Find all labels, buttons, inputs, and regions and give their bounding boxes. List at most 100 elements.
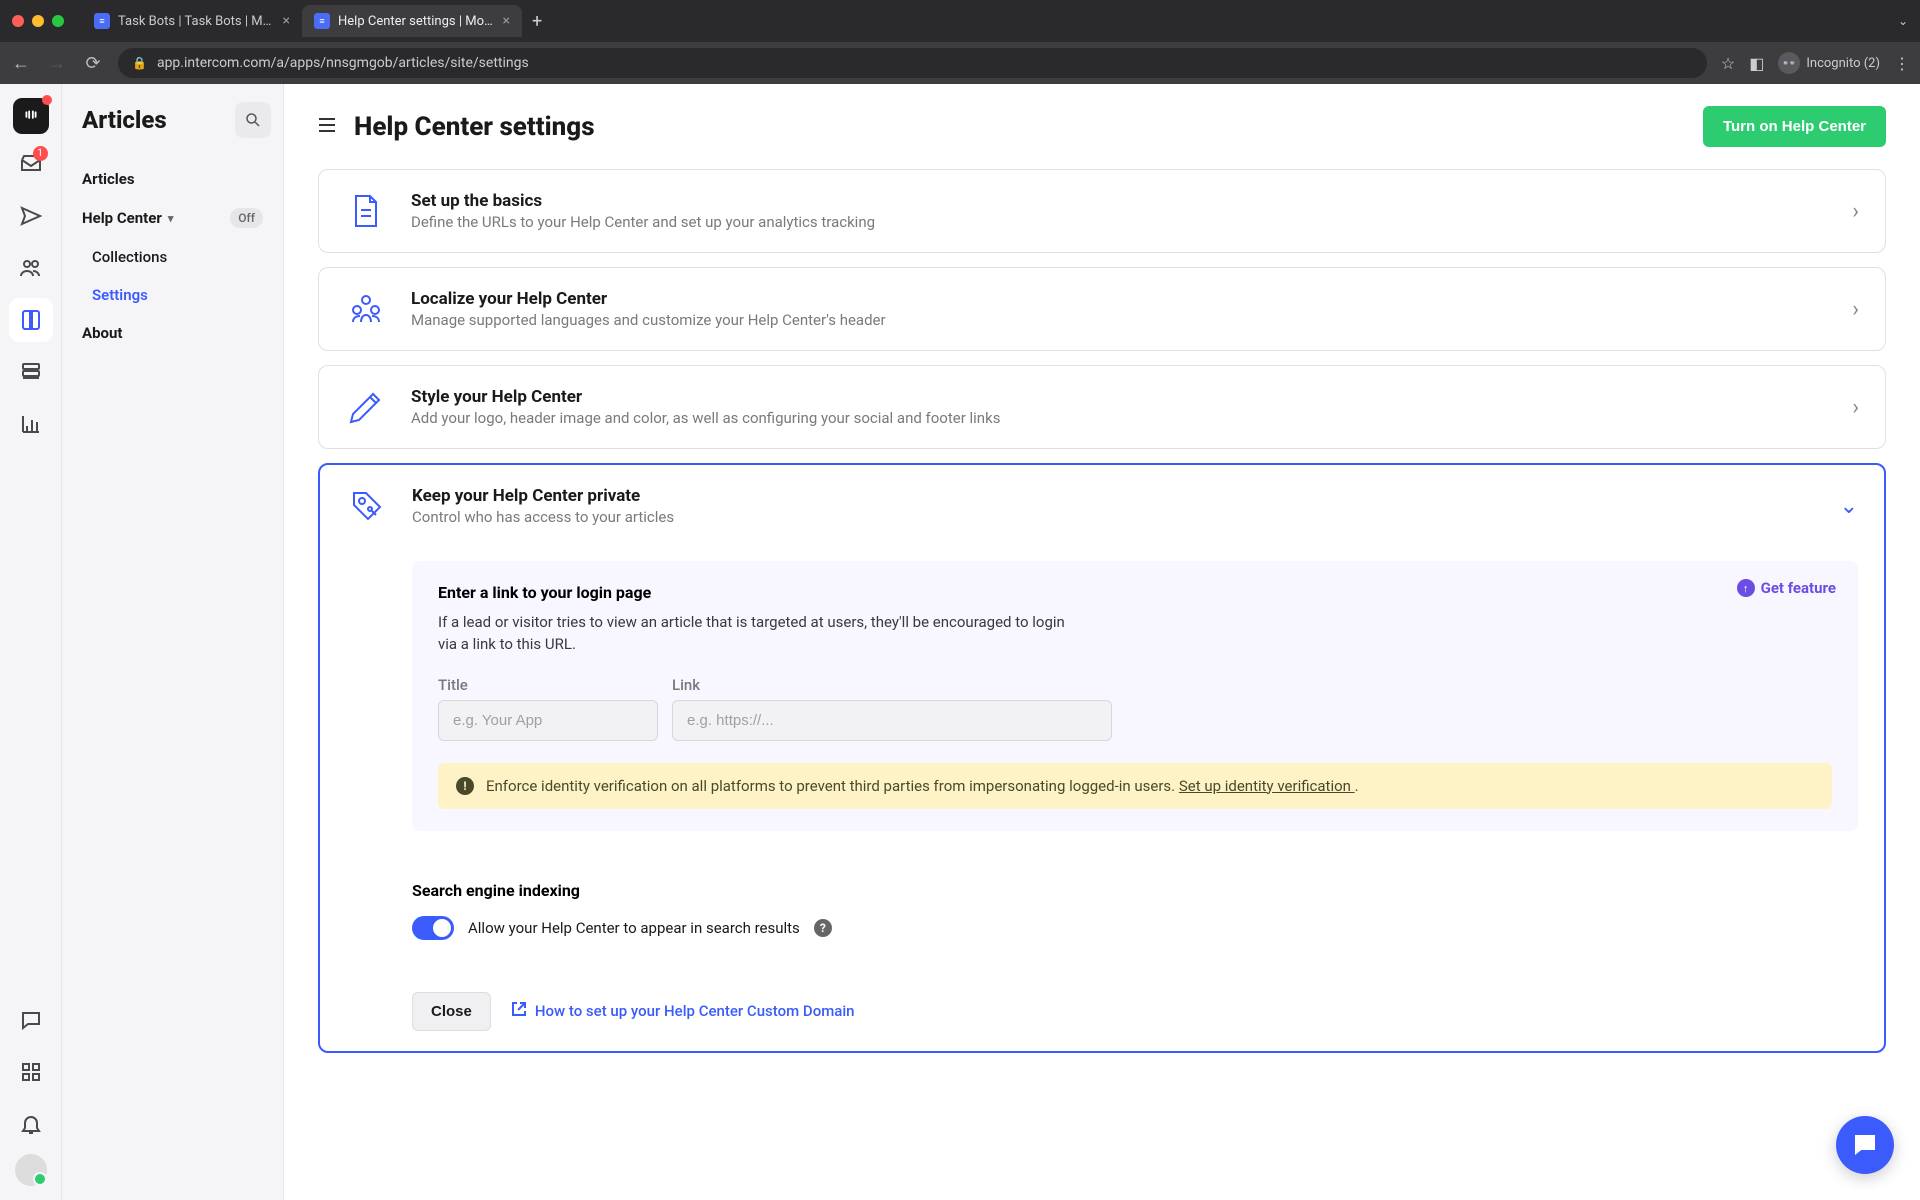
messenger-icon [1850, 1130, 1880, 1160]
browser-toolbar: ← → ⟳ 🔒 app.intercom.com/a/apps/nnsgmgob… [0, 42, 1920, 84]
document-icon [345, 190, 387, 232]
back-button[interactable]: ← [10, 53, 32, 74]
grid-icon [19, 1060, 43, 1084]
link-input[interactable] [672, 700, 1112, 741]
key-tag-icon [346, 485, 388, 527]
sidebar-item-articles[interactable]: Articles [62, 160, 283, 198]
nav-reports[interactable] [9, 402, 53, 446]
card-subtitle: Define the URLs to your Help Center and … [411, 213, 1828, 231]
nav-apps[interactable] [9, 1050, 53, 1094]
new-tab-button[interactable]: + [532, 11, 542, 32]
custom-domain-help-link[interactable]: How to set up your Help Center Custom Do… [511, 1001, 855, 1021]
messenger-launcher[interactable] [1836, 1116, 1894, 1174]
card-title: Style your Help Center [411, 387, 1828, 407]
user-avatar[interactable] [15, 1154, 47, 1186]
chevron-right-icon: › [1852, 199, 1859, 224]
alert-text: Enforce identity verification on all pla… [486, 777, 1179, 795]
card-private-footer: Close How to set up your Help Center Cus… [346, 964, 1858, 1031]
tabs-overflow-icon[interactable]: ⌄ [1898, 14, 1908, 28]
window-traffic-lights [12, 15, 64, 27]
nav-inbox[interactable]: 1 [9, 142, 53, 186]
icon-sidebar: 1 [0, 84, 62, 1200]
nav-contacts[interactable] [9, 246, 53, 290]
incognito-indicator[interactable]: 👓 Incognito (2) [1778, 52, 1880, 74]
help-tooltip-icon[interactable]: ? [814, 919, 832, 937]
collapse-sidebar-button[interactable] [318, 117, 336, 136]
sidebar-item-label: Articles [82, 170, 135, 188]
tab-title: Help Center settings | Moodjo [338, 14, 495, 29]
sidebar-item-collections[interactable]: Collections [62, 238, 283, 276]
card-subtitle: Add your logo, header image and color, a… [411, 409, 1828, 427]
tab-close-icon[interactable]: × [503, 13, 510, 29]
get-feature-button[interactable]: ↑ Get feature [1737, 579, 1836, 597]
link-field-label: Link [672, 676, 1112, 694]
page-title: Help Center settings [354, 112, 595, 142]
sidebar-item-about[interactable]: About [62, 314, 283, 352]
help-center-status-badge: Off [230, 208, 263, 228]
nav-messenger[interactable] [9, 998, 53, 1042]
reload-button[interactable]: ⟳ [82, 53, 104, 74]
card-subtitle: Manage supported languages and customize… [411, 311, 1828, 329]
nav-outbound[interactable] [9, 194, 53, 238]
left-sidebar: Articles Articles Help Center ▾ Off Coll… [62, 84, 284, 1200]
inbox-badge: 1 [33, 146, 48, 161]
card-style[interactable]: Style your Help Center Add your logo, he… [318, 365, 1886, 449]
sei-toggle[interactable] [412, 916, 454, 940]
nav-notifications[interactable] [9, 1102, 53, 1146]
title-field-label: Title [438, 676, 658, 694]
tab-close-icon[interactable]: × [283, 13, 290, 29]
browser-menu-icon[interactable]: ⋮ [1894, 54, 1910, 73]
card-private-header[interactable]: Keep your Help Center private Control wh… [346, 485, 1858, 527]
howto-label: How to set up your Help Center Custom Do… [535, 1002, 855, 1020]
setup-identity-verification-link[interactable]: Set up identity verification [1179, 777, 1355, 795]
send-icon [19, 204, 43, 228]
main-content: Help Center settings Turn on Help Center… [284, 84, 1920, 1200]
title-input[interactable] [438, 700, 658, 741]
close-button[interactable]: Close [412, 992, 491, 1031]
page-header: Help Center settings Turn on Help Center [284, 84, 1920, 157]
login-link-panel: ↑ Get feature Enter a link to your login… [412, 561, 1858, 831]
card-localize[interactable]: Localize your Help Center Manage support… [318, 267, 1886, 351]
nav-articles[interactable] [9, 298, 53, 342]
browser-tab-bar: ≡ Task Bots | Task Bots | Moodjo × ≡ Hel… [0, 0, 1920, 42]
chevron-down-icon: ▾ [168, 212, 174, 225]
chat-icon [19, 1008, 43, 1032]
card-private-body: ↑ Get feature Enter a link to your login… [346, 551, 1858, 831]
sei-title: Search engine indexing [412, 881, 1858, 900]
login-link-title: Enter a link to your login page [438, 583, 1832, 602]
chevron-right-icon: › [1852, 395, 1859, 420]
card-title: Localize your Help Center [411, 289, 1828, 309]
browser-tab-2[interactable]: ≡ Help Center settings | Moodjo × [302, 5, 522, 37]
bookmark-star-icon[interactable]: ☆ [1721, 54, 1735, 73]
turn-on-help-center-button[interactable]: Turn on Help Center [1703, 106, 1886, 147]
browser-tab-1[interactable]: ≡ Task Bots | Task Bots | Moodjo × [82, 5, 302, 37]
app-logo[interactable] [13, 98, 49, 134]
sidebar-item-help-center[interactable]: Help Center ▾ Off [62, 198, 283, 238]
window-close-icon[interactable] [12, 15, 24, 27]
card-basics[interactable]: Set up the basics Define the URLs to you… [318, 169, 1886, 253]
alert-tail: . [1355, 777, 1359, 795]
window-minimize-icon[interactable] [32, 15, 44, 27]
incognito-icon: 👓 [1778, 52, 1800, 74]
bell-icon [19, 1112, 43, 1136]
tab-favicon-icon: ≡ [314, 13, 330, 29]
sidebar-item-label: Settings [92, 286, 148, 304]
tab-title: Task Bots | Task Bots | Moodjo [118, 14, 275, 29]
address-bar[interactable]: 🔒 app.intercom.com/a/apps/nnsgmgob/artic… [118, 48, 1707, 78]
tab-favicon-icon: ≡ [94, 13, 110, 29]
panel-icon[interactable]: ◧ [1749, 54, 1764, 73]
search-engine-indexing-section: Search engine indexing Allow your Help C… [346, 855, 1858, 940]
tab-strip: ≡ Task Bots | Task Bots | Moodjo × ≡ Hel… [82, 5, 542, 37]
settings-sections: Set up the basics Define the URLs to you… [284, 157, 1920, 1093]
chart-icon [19, 412, 43, 436]
url-text: app.intercom.com/a/apps/nnsgmgob/article… [157, 55, 529, 71]
sidebar-item-settings[interactable]: Settings [62, 276, 283, 314]
external-link-icon [511, 1001, 527, 1021]
login-link-description: If a lead or visitor tries to view an ar… [438, 612, 1078, 656]
warning-icon: ! [456, 777, 474, 795]
arrow-up-circle-icon: ↑ [1737, 579, 1755, 597]
sidebar-search-button[interactable] [235, 102, 271, 138]
window-maximize-icon[interactable] [52, 15, 64, 27]
forward-button[interactable]: → [46, 53, 68, 74]
nav-operator[interactable] [9, 350, 53, 394]
